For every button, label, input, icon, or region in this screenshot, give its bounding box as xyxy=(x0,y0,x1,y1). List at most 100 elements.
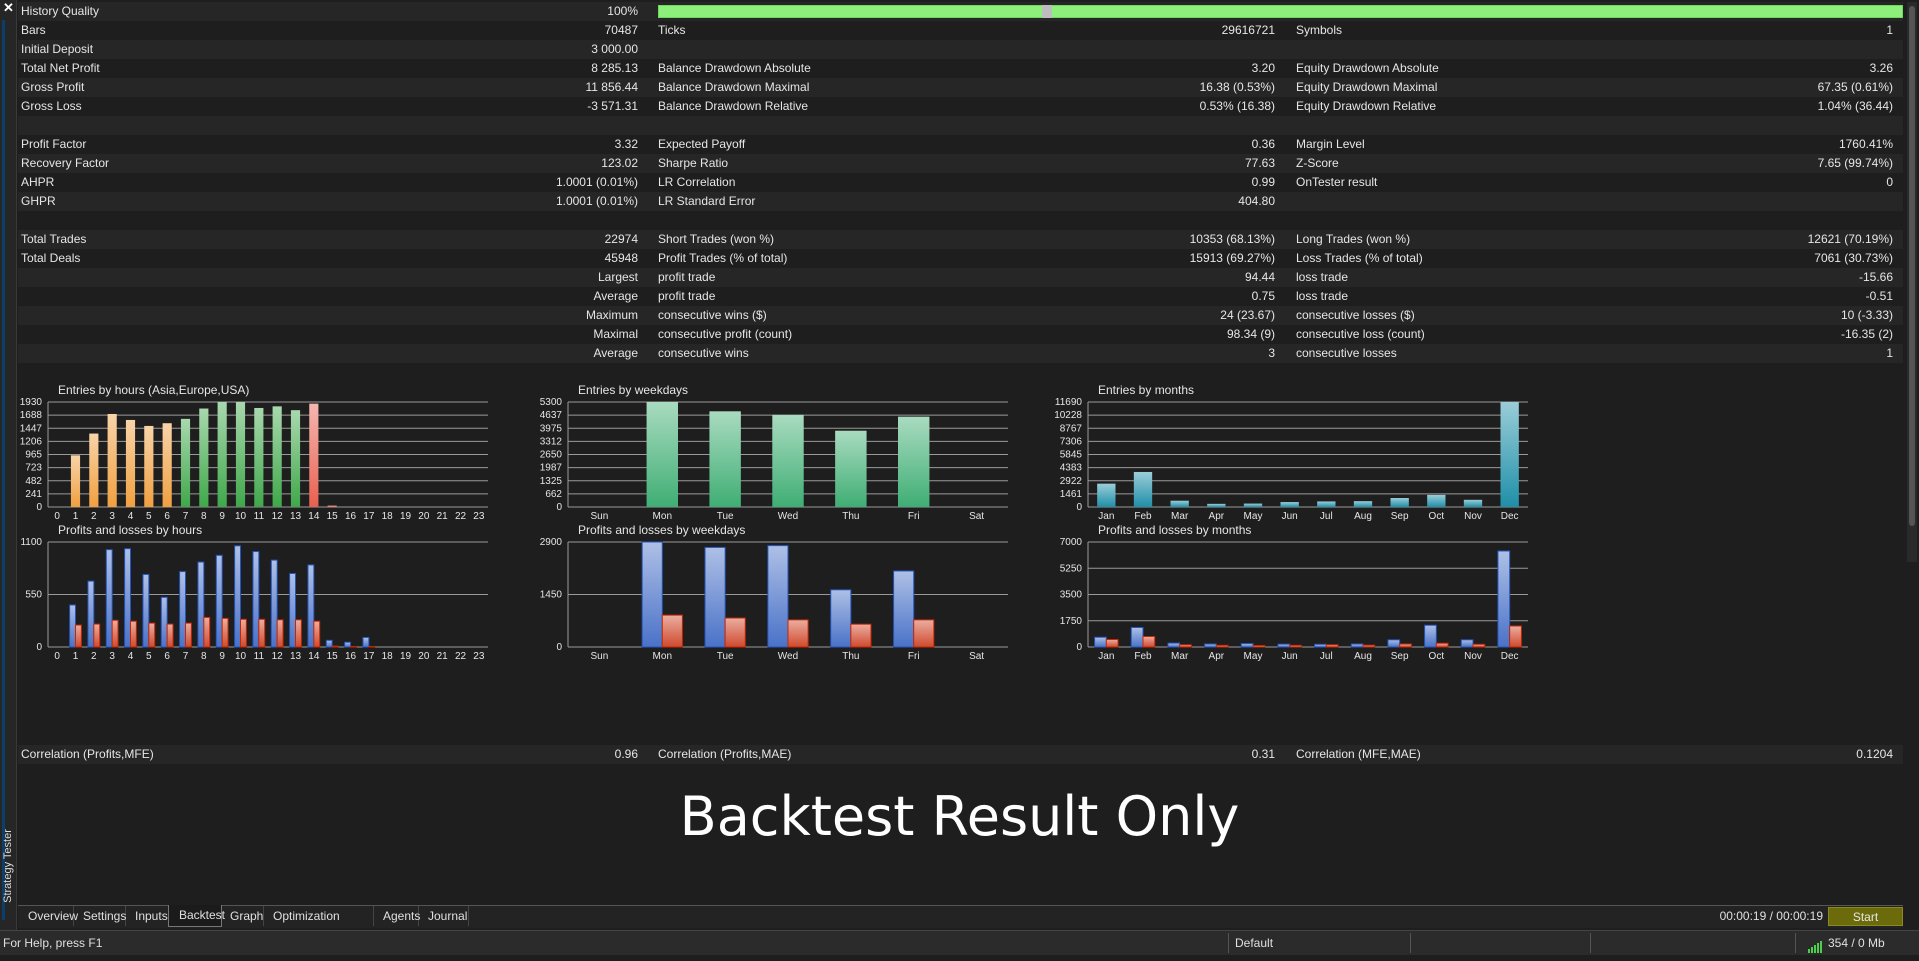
stat-label: Gross Loss xyxy=(21,97,82,116)
stat-value: 123.02 xyxy=(601,154,638,173)
entry-bar xyxy=(181,419,190,507)
loss-bar xyxy=(1436,643,1448,647)
profile-name[interactable]: Default xyxy=(1235,931,1273,955)
stats-row: Initial Deposit3 000.00 xyxy=(18,40,1903,59)
close-icon[interactable]: ✕ xyxy=(3,2,14,14)
entry-bar xyxy=(1501,402,1519,507)
stats-row: Recovery Factor123.02Sharpe Ratio77.63Z-… xyxy=(18,154,1903,173)
loss-bar xyxy=(662,615,682,647)
x-tick-label: 12 xyxy=(272,651,284,662)
chart-svg: 01461292243835845730687671022811690JanFe… xyxy=(1058,385,1578,525)
stat-label: consecutive wins xyxy=(658,344,749,363)
start-button[interactable]: Start xyxy=(1828,907,1903,926)
y-tick-label: 0 xyxy=(36,642,42,653)
profit-bar xyxy=(1095,637,1107,647)
stat-label: Total Trades xyxy=(21,230,86,249)
x-tick-label: Feb xyxy=(1134,651,1152,662)
x-tick-label: 15 xyxy=(327,651,339,662)
loss-bar xyxy=(167,624,173,647)
tab-inputs[interactable]: Inputs xyxy=(125,906,169,926)
x-tick-label: 9 xyxy=(219,511,225,522)
y-tick-label: 241 xyxy=(25,489,42,500)
stat-value: 1.0001 (0.01%) xyxy=(556,192,638,211)
tab-graph[interactable]: Graph xyxy=(220,906,264,926)
entry-bar xyxy=(89,434,98,507)
entry-bar xyxy=(647,402,678,507)
profit-bar xyxy=(1205,644,1217,647)
stat-value: Maximum xyxy=(586,306,638,325)
tab-optimization-results[interactable]: Optimization Results xyxy=(263,906,374,926)
stat-value: 98.34 (9) xyxy=(1227,325,1275,344)
chart-svg: 01750350052507000JanFebMarAprMayJunJulAu… xyxy=(1058,525,1578,665)
x-tick-label: 3 xyxy=(109,511,115,522)
stat-label: loss trade xyxy=(1296,268,1348,287)
y-tick-label: 1688 xyxy=(20,410,43,421)
stat-label: Profit Trades (% of total) xyxy=(658,249,787,268)
x-tick-label: 21 xyxy=(437,651,449,662)
x-tick-label: Wed xyxy=(778,651,798,662)
stat-value: 1.04% (36.44) xyxy=(1818,97,1893,116)
x-tick-label: 18 xyxy=(382,511,394,522)
stat-label: loss trade xyxy=(1296,287,1348,306)
connection-signal-icon[interactable] xyxy=(1808,937,1822,949)
stat-value: -3 571.31 xyxy=(587,97,638,116)
stat-value: 94.44 xyxy=(1245,268,1275,287)
x-tick-label: 12 xyxy=(272,511,284,522)
loss-bar xyxy=(277,620,283,647)
tab-settings[interactable]: Settings xyxy=(73,906,126,926)
loss-bar xyxy=(851,624,871,647)
profit-bar xyxy=(705,547,725,647)
x-tick-label: 19 xyxy=(400,651,412,662)
entry-bar xyxy=(835,431,866,507)
stat-value: Average xyxy=(594,344,638,363)
stat-label: Expected Payoff xyxy=(658,135,745,154)
entry-bar xyxy=(1171,501,1189,507)
entry-bar xyxy=(1354,501,1372,507)
x-tick-label: Sep xyxy=(1391,511,1409,522)
profit-bar xyxy=(253,552,259,647)
x-tick-label: 2 xyxy=(91,651,97,662)
profit-bar xyxy=(1168,643,1180,647)
loss-bar xyxy=(1363,645,1375,647)
x-tick-label: Sun xyxy=(591,651,609,662)
x-tick-label: Nov xyxy=(1464,651,1482,662)
profit-bar xyxy=(345,642,351,647)
profit-bar xyxy=(271,560,277,647)
x-tick-label: 16 xyxy=(345,651,357,662)
y-tick-label: 5250 xyxy=(1060,563,1083,574)
stat-value: 22974 xyxy=(605,230,638,249)
tab-backtest[interactable]: Backtest xyxy=(168,905,222,927)
tab-journal[interactable]: Journal xyxy=(418,906,469,926)
stat-value: 0 xyxy=(1886,173,1893,192)
x-tick-label: 6 xyxy=(164,511,170,522)
profit-bar xyxy=(1241,644,1253,647)
y-tick-label: 0 xyxy=(1076,502,1082,513)
stats-row: Averageprofit trade0.75loss trade-0.51 xyxy=(18,287,1903,306)
tab-agents[interactable]: Agents xyxy=(373,906,419,926)
y-tick-label: 5300 xyxy=(540,397,563,408)
stat-label: Sharpe Ratio xyxy=(658,154,728,173)
tester-tabs: OverviewSettingsInputsBacktestGraphOptim… xyxy=(18,905,1903,928)
stat-value: 77.63 xyxy=(1245,154,1275,173)
stat-label: OnTester result xyxy=(1296,173,1377,192)
stat-value: 8 285.13 xyxy=(591,59,638,78)
y-tick-label: 1987 xyxy=(540,463,563,474)
stat-value: 3 xyxy=(1268,344,1275,363)
profit-bar xyxy=(216,555,222,647)
vertical-scrollbar[interactable] xyxy=(1907,2,1917,562)
stat-value: 10 (-3.33) xyxy=(1841,306,1893,325)
stats-row: Gross Loss-3 571.31Balance Drawdown Rela… xyxy=(18,97,1903,116)
stats-row: Total Deals45948Profit Trades (% of tota… xyxy=(18,249,1903,268)
entry-bar xyxy=(1464,500,1482,507)
x-tick-label: Aug xyxy=(1354,511,1372,522)
loss-bar xyxy=(314,621,320,647)
status-separator xyxy=(1228,933,1229,953)
scrollbar-thumb[interactable] xyxy=(1909,6,1915,526)
x-tick-label: 23 xyxy=(473,651,485,662)
tab-overview[interactable]: Overview xyxy=(18,906,74,926)
x-tick-label: 0 xyxy=(54,511,60,522)
entry-bar xyxy=(328,506,337,507)
x-tick-label: Thu xyxy=(842,511,859,522)
chart-5: Profits and losses by months017503500525… xyxy=(1058,525,1578,660)
stats-row xyxy=(18,211,1903,230)
